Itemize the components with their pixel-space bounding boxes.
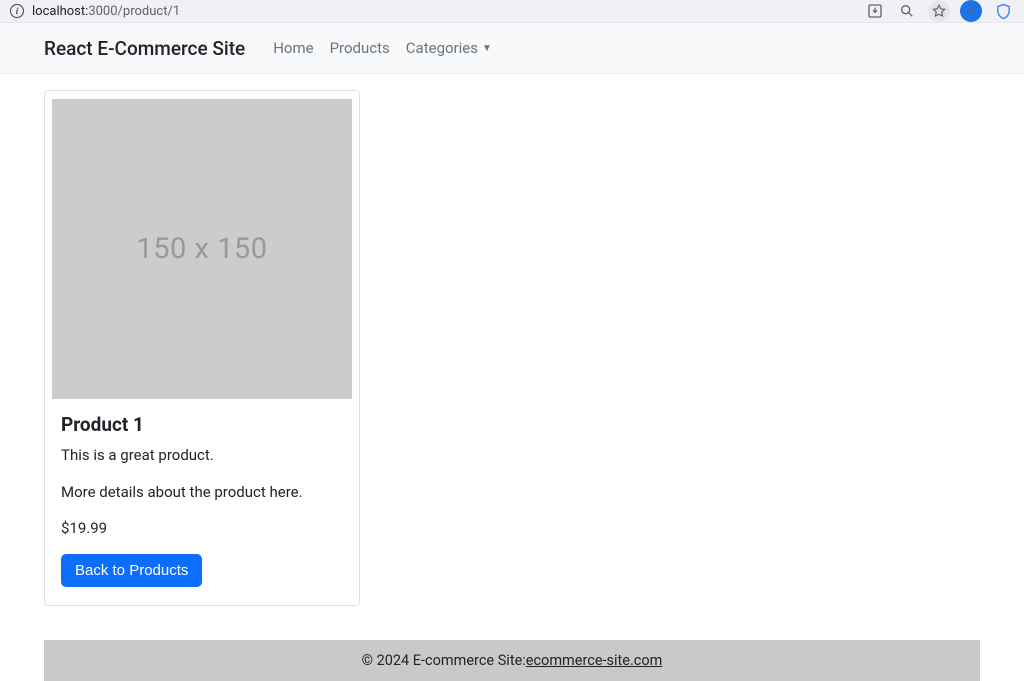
zoom-icon[interactable] bbox=[896, 0, 918, 22]
main-navbar: React E-Commerce Site Home Products Cate… bbox=[0, 23, 1024, 74]
product-image-placeholder: 150 x 150 bbox=[52, 99, 352, 399]
brand-title[interactable]: React E-Commerce Site bbox=[44, 37, 245, 60]
bookmark-star-icon[interactable] bbox=[928, 0, 950, 22]
extension-shield-icon[interactable] bbox=[992, 0, 1014, 22]
nav-link-products[interactable]: Products bbox=[322, 35, 398, 61]
product-price: $19.99 bbox=[61, 517, 343, 540]
placeholder-dimensions: 150 x 150 bbox=[136, 232, 267, 266]
page-footer: © 2024 E-commerce Site:ecommerce-site.co… bbox=[0, 622, 1024, 681]
product-title: Product 1 bbox=[61, 413, 343, 436]
nav-link-home[interactable]: Home bbox=[265, 35, 321, 61]
browser-address-bar: i localhost:3000/product/1 a bbox=[0, 0, 1024, 23]
chevron-down-icon: ▼ bbox=[482, 43, 492, 54]
footer-copyright: © 2024 E-commerce Site: bbox=[362, 652, 526, 669]
extension-icon-a[interactable]: a bbox=[960, 0, 982, 22]
product-card: 150 x 150 Product 1 This is a great prod… bbox=[44, 90, 360, 606]
back-to-products-button[interactable]: Back to Products bbox=[61, 554, 202, 587]
nav-link-categories-label: Categories bbox=[406, 39, 478, 57]
footer-link[interactable]: ecommerce-site.com bbox=[526, 652, 663, 669]
url-path: 3000/product/1 bbox=[88, 4, 180, 19]
product-description: This is a great product. bbox=[61, 444, 343, 467]
install-app-icon[interactable] bbox=[864, 0, 886, 22]
info-icon[interactable]: i bbox=[10, 4, 24, 18]
url-display[interactable]: localhost:3000/product/1 bbox=[32, 4, 180, 19]
nav-link-categories[interactable]: Categories ▼ bbox=[398, 35, 500, 61]
product-details: More details about the product here. bbox=[61, 481, 343, 504]
url-host: localhost: bbox=[32, 4, 88, 19]
